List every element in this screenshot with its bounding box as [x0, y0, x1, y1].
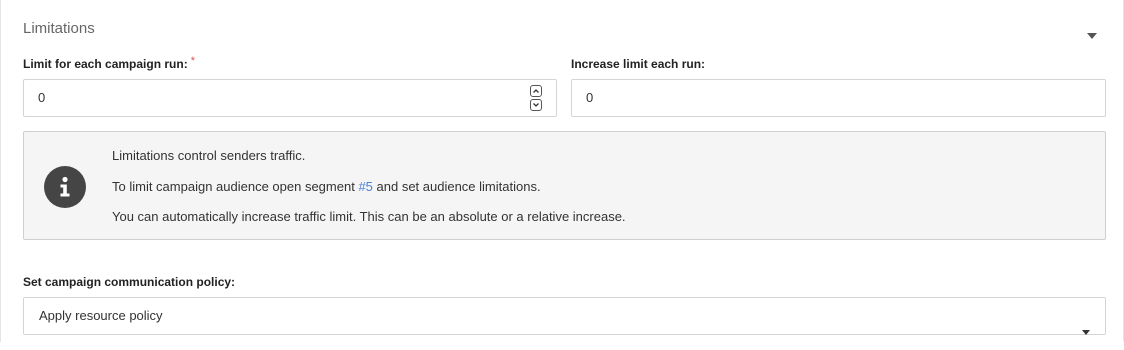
limit-label-text: Limit for each campaign run:	[23, 57, 188, 71]
policy-label: Set campaign communication policy:	[23, 275, 236, 289]
number-stepper[interactable]	[530, 85, 542, 111]
increase-input[interactable]: 0	[571, 79, 1106, 117]
required-mark: *	[190, 55, 195, 67]
limit-input[interactable]: 0	[23, 79, 557, 117]
stepper-up-icon[interactable]	[530, 85, 542, 97]
chevron-down-icon	[1081, 314, 1091, 335]
info-line-1: Limitations control senders traffic.	[112, 148, 306, 163]
info-line-2-prefix: To limit campaign audience open segment	[112, 179, 359, 194]
section-title: Limitations	[23, 20, 95, 37]
info-circle-icon	[44, 166, 86, 208]
segment-link[interactable]: #5	[358, 179, 372, 194]
policy-select[interactable]: Apply resource policy	[23, 297, 1106, 335]
section-header[interactable]: Limitations	[23, 20, 1101, 40]
limit-label: Limit for each campaign run: *	[23, 55, 195, 72]
info-box: Limitations control senders traffic. To …	[23, 131, 1106, 240]
limitations-panel: Limitations Limit for each campaign run:…	[0, 0, 1124, 342]
increase-input-value: 0	[586, 90, 594, 105]
increase-label: Increase limit each run:	[571, 57, 706, 71]
stepper-down-icon[interactable]	[530, 99, 542, 111]
policy-selected-value: Apply resource policy	[39, 308, 163, 323]
info-line-2-suffix: and set audience limitations.	[372, 179, 541, 194]
limit-input-value: 0	[38, 90, 46, 105]
info-line-2: To limit campaign audience open segment …	[112, 179, 541, 195]
info-line-3: You can automatically increase traffic l…	[112, 209, 626, 224]
caret-down-icon[interactable]	[1087, 26, 1097, 39]
